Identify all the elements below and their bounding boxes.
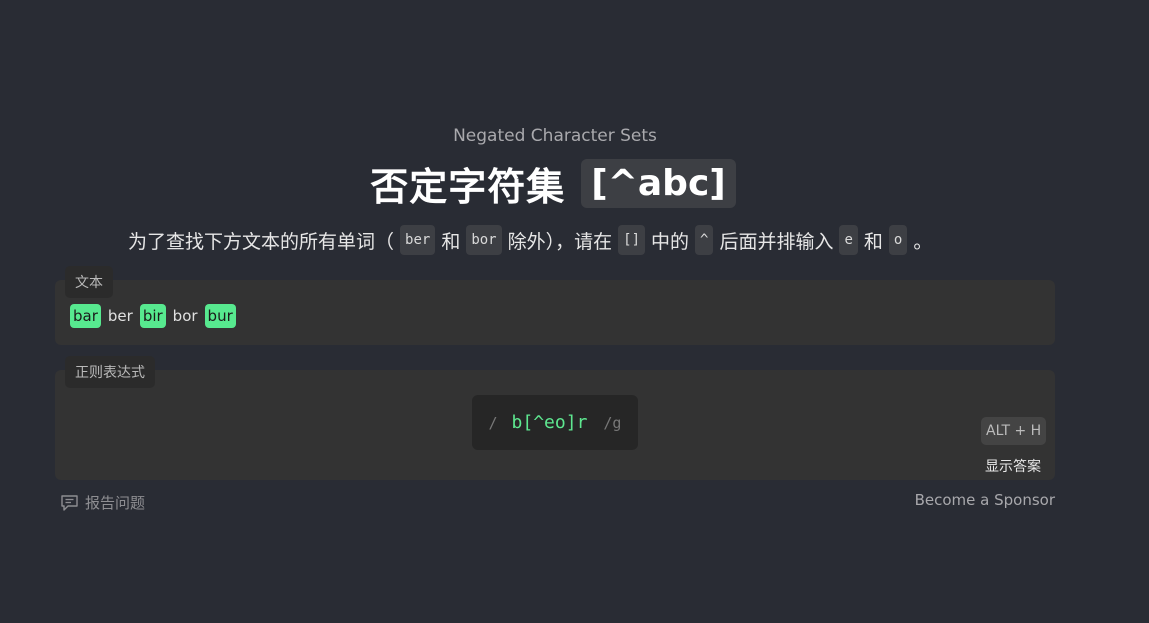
word: bor: [172, 307, 198, 325]
text-panel-label: 文本: [65, 266, 113, 298]
desc-text: 中的: [651, 230, 690, 253]
lesson-title: 否定字符集: [370, 165, 566, 209]
regex-value[interactable]: b[^eo]r: [512, 412, 588, 433]
desc-text: 和: [441, 230, 461, 253]
desc-text: 和: [863, 230, 883, 253]
word: ber: [107, 307, 133, 325]
desc-code: e: [839, 225, 858, 255]
regex-panel-label: 正则表达式: [65, 356, 155, 388]
desc-code: o: [888, 225, 908, 255]
regex-open-slash: /: [488, 413, 498, 432]
word-match: bir: [139, 304, 166, 328]
lesson-subtitle: Negated Character Sets: [453, 126, 657, 146]
regex-flags: /g: [603, 413, 622, 432]
regex-input[interactable]: / b[^eo]r /g: [472, 395, 638, 450]
lesson-description: 为了查找下方文本的所有单词（ ber 和 bor 除外），请在 [] 中的 ^ …: [128, 225, 932, 255]
text-words: bar ber bir bor bur: [70, 304, 236, 328]
report-issue-label: 报告问题: [85, 494, 146, 512]
desc-text: 。: [913, 230, 933, 253]
comment-icon: [61, 494, 78, 511]
desc-text: 后面并排输入: [719, 230, 834, 253]
show-answer-shortcut[interactable]: ALT + H: [981, 417, 1047, 445]
desc-code: ^: [695, 225, 714, 255]
word-match: bur: [204, 304, 236, 328]
report-issue-link[interactable]: 报告问题: [60, 492, 145, 513]
desc-text: 为了查找下方文本的所有单词（: [128, 230, 395, 253]
show-answer-button[interactable]: 显示答案: [985, 456, 1041, 476]
desc-code: []: [618, 225, 645, 255]
word-match: bar: [70, 304, 101, 328]
sponsor-link[interactable]: Become a Sponsor: [915, 491, 1055, 509]
desc-code: bor: [466, 225, 502, 255]
lesson-title-code: [^abc]: [581, 159, 736, 208]
lesson-title-row: 否定字符集 [^abc]: [0, 156, 1106, 211]
desc-code: ber: [400, 225, 436, 255]
desc-text: 除外），请在: [507, 230, 613, 253]
